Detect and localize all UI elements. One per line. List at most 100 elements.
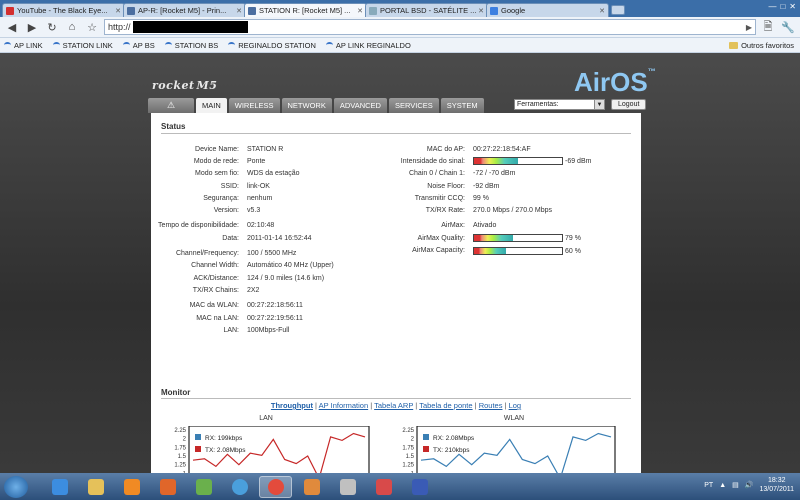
- browser-tab-strip: YouTube - The Black Eye... ✕ AP-R: [Rocket…: [0, 0, 800, 17]
- monitor-link[interactable]: Tabela de ponte: [419, 401, 472, 410]
- status-value: 00:27:22:18:54:AF: [473, 145, 531, 153]
- ubnt-logo-tab[interactable]: ⚠: [148, 98, 194, 113]
- browser-tab[interactable]: STATION R: [Rocket M5] ... ✕: [244, 3, 367, 17]
- bookmark-item[interactable]: STATION BS: [164, 40, 219, 50]
- taskbar-button[interactable]: [403, 476, 436, 498]
- home-icon[interactable]: ⌂: [64, 19, 80, 35]
- browser-tab[interactable]: YouTube - The Black Eye... ✕: [2, 3, 125, 17]
- tab-favicon-icon: [248, 6, 256, 15]
- tab-main[interactable]: MAIN: [196, 98, 227, 113]
- taskbar-button[interactable]: [43, 476, 76, 498]
- language-indicator[interactable]: PT: [704, 482, 713, 489]
- taskbar-button[interactable]: [151, 476, 184, 498]
- settings-wrench-icon[interactable]: 🔧: [780, 19, 796, 35]
- minimize-icon[interactable]: —: [768, 2, 776, 11]
- page-menu-icon[interactable]: 🗎: [760, 19, 776, 35]
- address-bar[interactable]: http:// ▶: [104, 19, 756, 35]
- tab-services[interactable]: SERVICES: [388, 98, 439, 113]
- taskbar-button[interactable]: [115, 476, 148, 498]
- start-button[interactable]: [4, 475, 28, 498]
- network-tray-icon[interactable]: ▤: [732, 481, 739, 489]
- maximize-icon[interactable]: □: [780, 2, 785, 11]
- signal-bar: [473, 157, 563, 166]
- browser-tab[interactable]: Google ✕: [486, 3, 609, 17]
- status-value: 99 %: [473, 194, 489, 202]
- status-value-text: -69 dBm: [565, 158, 592, 166]
- wlan-throughput-chart: 00.250.50.7511.251.51.7522.25RX: 2.08Mbp…: [402, 426, 616, 473]
- tab-system[interactable]: SYSTEM: [440, 98, 484, 113]
- status-value: nenhum: [247, 194, 273, 202]
- other-bookmarks[interactable]: Outros favoritos: [729, 41, 794, 50]
- firefox-icon: [159, 478, 176, 495]
- tools-area: Ferramentas: ▼ Logout: [514, 99, 647, 110]
- clock-date: 13/07/2011: [759, 486, 794, 493]
- bookmark-label: STATION BS: [174, 40, 219, 50]
- browser-tab[interactable]: AP-R: [Rocket M5] - Prin... ✕: [123, 3, 246, 17]
- status-value: WDS da estação: [247, 170, 300, 178]
- tab-network[interactable]: NETWORK: [281, 98, 332, 113]
- clock-time: 18:32: [767, 477, 786, 484]
- volume-icon[interactable]: 🔊: [745, 481, 754, 489]
- bookmark-item[interactable]: AP LINK REGINALDO: [325, 41, 411, 50]
- messenger-icon: [231, 478, 248, 495]
- status-row: Tempo de disponibilidade: 02:10:48: [151, 220, 334, 232]
- status-row: SSID: link-OK: [151, 180, 334, 192]
- monitor-link[interactable]: Throughput: [271, 401, 313, 410]
- legend-label: RX: 199kbps: [205, 435, 243, 442]
- lan-chart-title: LAN: [259, 415, 273, 422]
- bookmark-item[interactable]: AP LINK: [4, 41, 43, 50]
- clock[interactable]: 18:32 13/07/2011: [759, 476, 794, 494]
- taskbar-button[interactable]: [223, 476, 256, 498]
- taskbar-button[interactable]: [187, 476, 220, 498]
- tray-arrow-icon[interactable]: ▲: [719, 482, 726, 489]
- go-icon[interactable]: ▶: [746, 23, 752, 32]
- network-icon: [195, 478, 212, 495]
- status-label: ACK/Distance:: [193, 274, 239, 282]
- status-row: Modo de rede: Ponte: [151, 155, 334, 167]
- back-icon[interactable]: ◀: [4, 19, 20, 35]
- monitor-link[interactable]: Routes: [479, 401, 503, 410]
- tools-select[interactable]: Ferramentas: ▼: [514, 99, 605, 110]
- forward-icon[interactable]: ▶: [24, 19, 40, 35]
- status-value: 270.0 Mbps / 270.0 Mbps: [473, 207, 552, 215]
- status-row: MAC da WLAN: 00:27:22:18:56:11: [151, 300, 334, 312]
- logout-button[interactable]: Logout: [611, 99, 647, 110]
- bookmark-item[interactable]: REGINALDO STATION: [228, 41, 316, 50]
- taskbar-button[interactable]: [79, 476, 112, 498]
- taskbar-button[interactable]: [295, 476, 328, 498]
- star-icon[interactable]: ☆: [84, 19, 100, 35]
- bookmark-item[interactable]: AP BS: [122, 41, 155, 50]
- close-tab-icon[interactable]: ✕: [599, 7, 605, 15]
- close-tab-icon[interactable]: ✕: [115, 7, 121, 15]
- monitor-link[interactable]: Tabela ARP: [374, 401, 413, 410]
- close-window-icon[interactable]: ✕: [789, 2, 796, 11]
- status-row: Modo sem fio: WDS da estação: [151, 168, 334, 180]
- monitor-link[interactable]: Log: [509, 401, 522, 410]
- status-row: Version: v5.3: [151, 204, 334, 216]
- monitor-link[interactable]: AP Information: [319, 401, 368, 410]
- taskbar-button[interactable]: [367, 476, 400, 498]
- status-row: MAC na LAN: 00:27:22:19:56:11: [151, 312, 334, 324]
- close-tab-icon[interactable]: ✕: [357, 7, 363, 15]
- y-tick-label: 2: [183, 437, 187, 443]
- browser-tab[interactable]: PORTAL BSD - SATÉLITE ... ✕: [365, 3, 488, 17]
- reload-icon[interactable]: ↻: [44, 19, 60, 35]
- tools-select-label: Ferramentas:: [517, 101, 559, 108]
- taskbar-button[interactable]: [331, 476, 364, 498]
- close-tab-icon[interactable]: ✕: [236, 7, 242, 15]
- windows-taskbar: [0, 473, 800, 500]
- tab-wireless[interactable]: WIRELESS: [228, 98, 280, 113]
- bookmark-item[interactable]: STATION LINK: [52, 41, 113, 50]
- status-value-text: 79 %: [565, 235, 581, 243]
- status-label: SSID:: [220, 182, 239, 190]
- tab-title: YouTube - The Black Eye...: [17, 6, 108, 15]
- explorer-icon: [87, 478, 104, 495]
- tab-advanced[interactable]: ADVANCED: [333, 98, 387, 113]
- chevron-down-icon[interactable]: ▼: [594, 100, 604, 109]
- y-tick-label: 1.5: [406, 454, 415, 460]
- close-tab-icon[interactable]: ✕: [478, 7, 484, 15]
- taskbar-button[interactable]: [259, 475, 292, 498]
- signal-bar-fill: [474, 235, 513, 242]
- status-label: LAN:: [223, 326, 239, 334]
- new-tab-button[interactable]: [611, 5, 625, 15]
